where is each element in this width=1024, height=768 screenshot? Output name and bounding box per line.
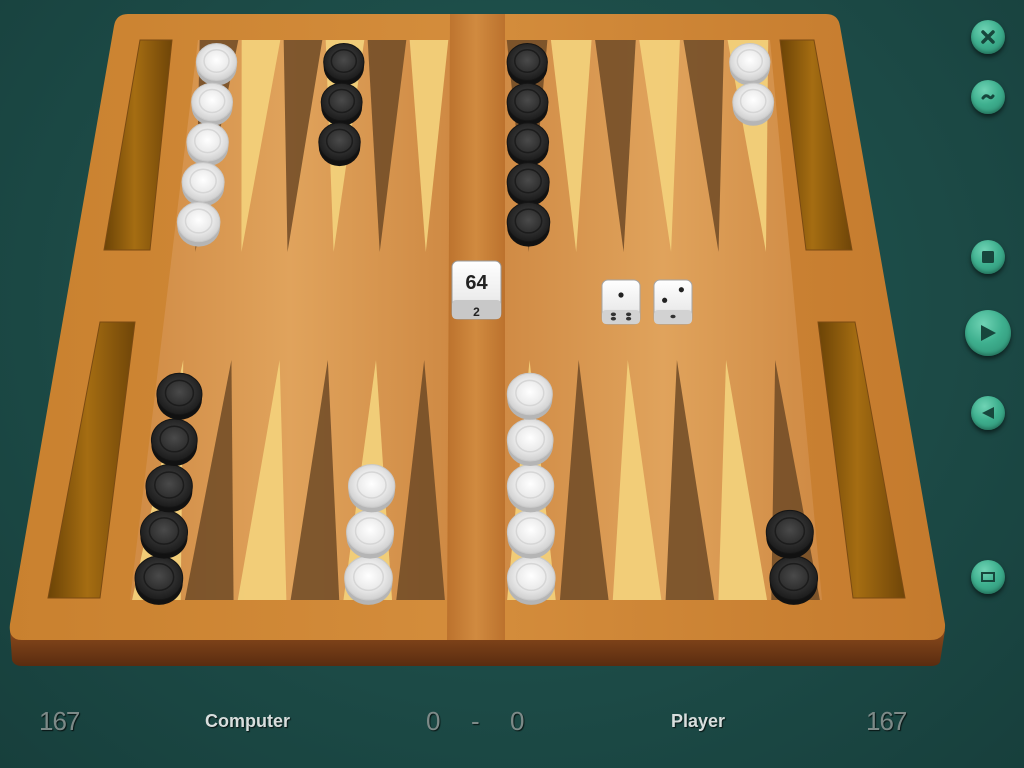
score-separator: - <box>471 706 480 736</box>
checker-white[interactable] <box>186 122 229 167</box>
die-side-pip <box>626 316 632 321</box>
backgammon-board[interactable]: 64 2 <box>0 0 1024 768</box>
checker-black[interactable] <box>145 464 193 513</box>
checker-black[interactable] <box>156 372 203 420</box>
checker-black[interactable] <box>320 82 363 126</box>
computer-name: Computer <box>205 711 290 731</box>
checker-white[interactable] <box>181 162 225 207</box>
back-icon <box>982 407 994 419</box>
checker-black[interactable] <box>318 122 361 167</box>
close-icon <box>981 30 995 44</box>
checker-black[interactable] <box>506 162 550 207</box>
player-name: Player <box>671 711 726 731</box>
play-icon <box>981 325 996 341</box>
player-pip-count: 167 <box>866 706 907 736</box>
die <box>653 279 693 325</box>
checker-black[interactable] <box>506 201 551 247</box>
checker-white[interactable] <box>347 464 396 513</box>
checker-white[interactable] <box>506 372 553 420</box>
die-side-pip <box>610 312 617 317</box>
stop-icon <box>982 251 994 263</box>
doubling-cube[interactable]: 64 2 <box>451 260 502 320</box>
bar <box>447 14 505 640</box>
die-side-pip <box>610 316 617 321</box>
minimize-icon <box>981 94 995 100</box>
checker-white[interactable] <box>506 509 555 559</box>
die-pip <box>618 292 624 298</box>
checker-black[interactable] <box>506 122 550 167</box>
checker-white[interactable] <box>344 555 393 605</box>
checker-black[interactable] <box>765 509 814 559</box>
checker-black[interactable] <box>769 555 819 605</box>
checker-white[interactable] <box>191 82 234 126</box>
die-pip <box>678 287 684 293</box>
computer-score: 0 <box>426 706 441 736</box>
player-score: 0 <box>510 706 525 736</box>
checker-white[interactable] <box>729 42 771 86</box>
checker-white[interactable] <box>506 418 554 467</box>
checker-white[interactable] <box>506 555 556 605</box>
cube-value: 64 <box>465 272 488 294</box>
window-button[interactable] <box>971 560 1005 594</box>
checker-black[interactable] <box>323 42 365 86</box>
die-side-pip <box>670 314 676 319</box>
checker-white[interactable] <box>176 201 221 247</box>
play-button[interactable] <box>965 310 1011 356</box>
die <box>601 279 641 325</box>
stop-button[interactable] <box>971 240 1005 274</box>
checker-white[interactable] <box>195 42 238 86</box>
window-icon <box>981 572 995 582</box>
minimize-button[interactable] <box>971 80 1005 114</box>
checker-black[interactable] <box>150 418 198 467</box>
die-side-pip <box>626 312 632 317</box>
checker-black[interactable] <box>140 509 189 559</box>
back-button[interactable] <box>971 396 1005 430</box>
close-button[interactable] <box>971 20 1005 54</box>
checker-black[interactable] <box>506 42 548 86</box>
die-pip <box>662 297 668 303</box>
checker-white[interactable] <box>732 82 775 126</box>
cube-bottom-face: 2 <box>473 305 480 319</box>
checker-white[interactable] <box>346 509 395 559</box>
checker-white[interactable] <box>506 464 555 513</box>
checker-black[interactable] <box>506 82 549 126</box>
checker-black[interactable] <box>134 555 184 605</box>
computer-pip-count: 167 <box>39 706 80 736</box>
